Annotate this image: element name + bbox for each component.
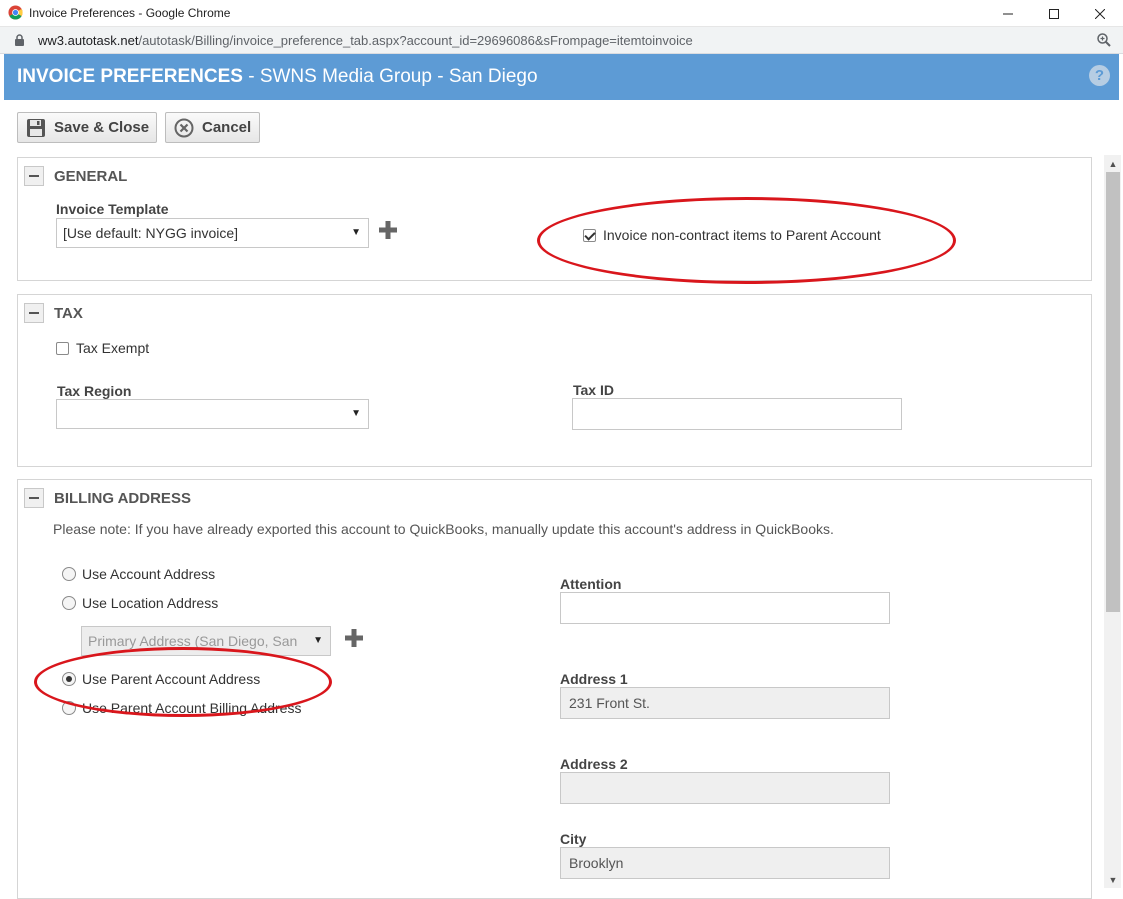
minimize-button[interactable] [985, 0, 1031, 27]
cancel-label: Cancel [202, 119, 252, 136]
highlight-circle-parent-address [34, 647, 332, 717]
save-close-button[interactable]: Save & Close [17, 112, 157, 143]
maximize-icon [1049, 8, 1059, 19]
add-template-plus-icon[interactable] [378, 220, 398, 240]
radio-icon[interactable] [62, 596, 76, 610]
minimize-icon [1003, 13, 1013, 14]
add-location-plus-icon[interactable] [344, 628, 364, 648]
invoice-template-select[interactable]: [Use default: NYGG invoice] ▼ [56, 218, 369, 248]
radio-icon[interactable] [62, 567, 76, 581]
save-close-label: Save & Close [54, 119, 150, 136]
address2-input[interactable] [560, 772, 890, 804]
tax-exempt-checkbox[interactable]: Tax Exempt [56, 340, 149, 356]
window-titlebar: Invoice Preferences - Google Chrome [0, 0, 1123, 27]
url-text[interactable]: ww3.autotask.net/autotask/Billing/invoic… [38, 33, 693, 48]
billing-section-header[interactable]: BILLING ADDRESS [24, 488, 191, 508]
page-header: INVOICE PREFERENCES - SWNS Media Group -… [4, 54, 1119, 100]
tax-section-header[interactable]: TAX [24, 303, 83, 323]
chrome-logo-icon [8, 5, 23, 20]
attention-label: Attention [560, 576, 622, 592]
quickbooks-note: Please note: If you have already exporte… [53, 521, 834, 537]
close-window-button[interactable] [1077, 0, 1123, 27]
dropdown-arrow-icon: ▼ [310, 635, 323, 646]
save-icon [27, 118, 45, 137]
help-icon[interactable]: ? [1089, 65, 1110, 86]
scroll-up-arrow[interactable]: ▲ [1106, 157, 1120, 171]
address1-label: Address 1 [560, 671, 628, 687]
dropdown-arrow-icon: ▼ [351, 227, 361, 238]
general-section-title: GENERAL [54, 167, 128, 185]
use-account-address-radio[interactable]: Use Account Address [62, 566, 215, 582]
billing-section-title: BILLING ADDRESS [54, 489, 191, 507]
window-title: Invoice Preferences - Google Chrome [29, 6, 231, 20]
tax-region-select[interactable]: ▼ [56, 399, 369, 429]
collapse-icon[interactable] [24, 166, 44, 186]
cancel-button[interactable]: Cancel [165, 112, 260, 143]
address1-input[interactable]: 231 Front St. [560, 687, 890, 719]
city-input[interactable]: Brooklyn [560, 847, 890, 879]
address-bar[interactable]: ww3.autotask.net/autotask/Billing/invoic… [0, 27, 1123, 54]
maximize-button[interactable] [1031, 0, 1077, 27]
collapse-icon[interactable] [24, 303, 44, 323]
use-location-address-radio[interactable]: Use Location Address [62, 595, 218, 611]
tax-section: TAX Tax Exempt Tax Region ▼ Tax ID [17, 294, 1092, 467]
general-section-header[interactable]: GENERAL [24, 166, 127, 186]
cancel-icon [174, 118, 194, 137]
invoice-template-label: Invoice Template [56, 201, 169, 217]
scroll-down-arrow[interactable]: ▼ [1106, 873, 1120, 887]
highlight-circle-parent-invoice [537, 197, 956, 284]
city-label: City [560, 831, 587, 847]
scrollbar-thumb[interactable] [1106, 172, 1120, 612]
attention-input[interactable] [560, 592, 890, 624]
tax-id-label: Tax ID [573, 382, 614, 398]
page-title: INVOICE PREFERENCES - SWNS Media Group -… [17, 66, 538, 87]
collapse-icon[interactable] [24, 488, 44, 508]
zoom-icon[interactable] [1096, 32, 1112, 48]
tax-section-title: TAX [54, 304, 83, 322]
tax-id-input[interactable] [572, 398, 902, 430]
tax-exempt-label: Tax Exempt [76, 340, 150, 356]
lock-icon [15, 34, 24, 46]
dropdown-arrow-icon: ▼ [351, 408, 361, 419]
close-icon [1095, 8, 1105, 19]
address2-label: Address 2 [560, 756, 628, 772]
checkbox-unchecked-icon[interactable] [56, 341, 69, 355]
tax-region-label: Tax Region [57, 383, 132, 399]
